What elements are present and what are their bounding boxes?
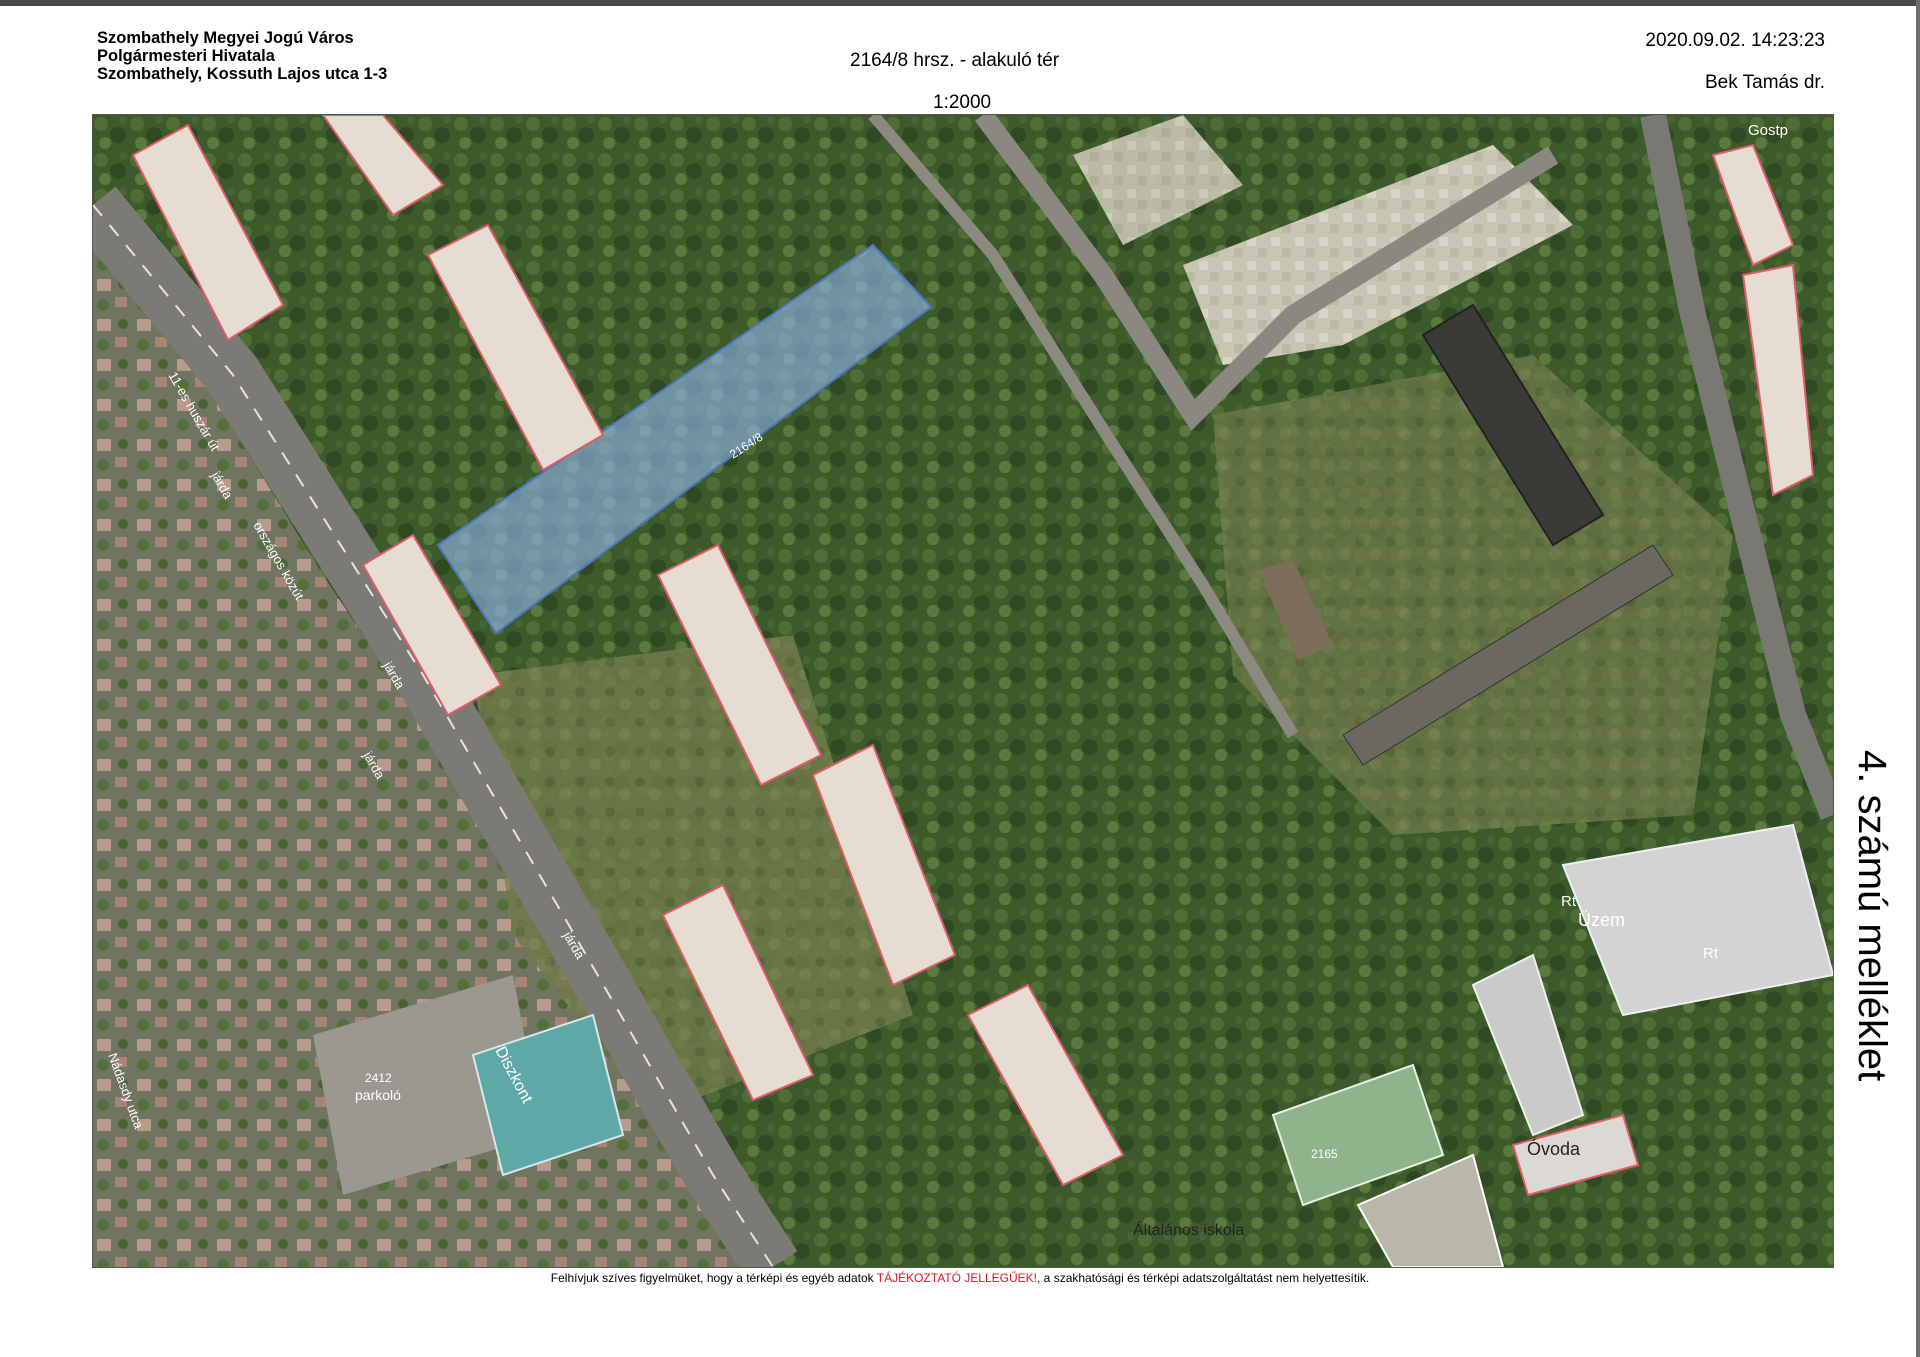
label-rt-2: Rt <box>1703 945 1719 962</box>
label-rt-1: Rt <box>1561 893 1577 910</box>
label-parcel-2165: 2165 <box>1311 1147 1338 1161</box>
disclaimer-warning: TÁJÉKOZTATÓ JELLEGŰEK! <box>876 1271 1038 1285</box>
disclaimer-prefix: Felhívjuk szíves figyelmüket, hogy a tér… <box>550 1271 877 1285</box>
right-border <box>1916 0 1920 1357</box>
disclaimer: Felhívjuk szíves figyelmüket, hogy a tér… <box>0 1271 1920 1285</box>
org-address: Szombathely, Kossuth Lajos utca 1-3 <box>97 65 388 83</box>
label-parcel-2412: 2412 <box>365 1071 392 1085</box>
author: Bek Tamás dr. <box>1704 72 1825 93</box>
aerial-map[interactable]: 2164/8 Üzem Rt Rt Óvoda Általános iskola… <box>92 114 1834 1268</box>
timestamp: 2020.09.02. 14:23:23 <box>1645 30 1825 51</box>
organization-header: Szombathely Megyei Jogú Város Polgármest… <box>97 29 387 83</box>
top-border <box>0 0 1920 6</box>
label-uzem: Üzem <box>1578 910 1625 930</box>
map-scale: 1:2000 <box>933 92 992 113</box>
org-name: Szombathely Megyei Jogú Város <box>97 29 354 47</box>
label-parkolo: parkoló <box>355 1087 401 1103</box>
annex-label: 4. számú melléklet <box>1850 750 1894 1082</box>
disclaimer-suffix: , a szakhatósági és térképi adatszolgált… <box>1037 1271 1370 1285</box>
label-ovoda: Óvoda <box>1527 1138 1581 1159</box>
map-title: 2164/8 hrsz. - alakuló tér <box>850 50 1060 71</box>
label-corner: Gostp <box>1748 122 1788 139</box>
org-office: Polgármesteri Hivatala <box>97 47 275 65</box>
label-iskola: Általános iskola <box>1133 1220 1244 1239</box>
